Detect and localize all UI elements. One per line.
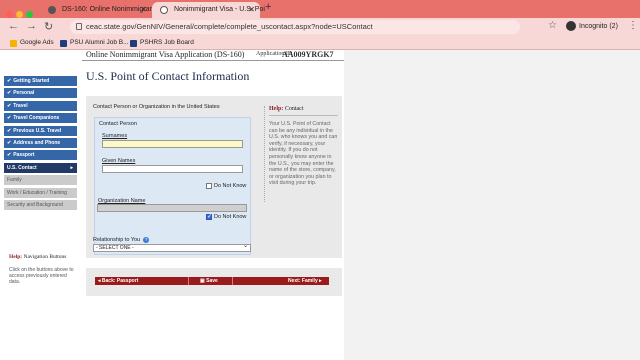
incognito-icon	[566, 21, 576, 31]
lock-icon	[76, 23, 82, 30]
surnames-label: Surnames	[102, 133, 128, 139]
do-not-know-label-1: Do Not Know	[214, 183, 247, 189]
psu-icon	[60, 40, 67, 47]
psu-icon	[130, 40, 137, 47]
incognito-label: Incognito (2)	[579, 22, 618, 30]
page: Online Nonimmigrant Visa Application (DS…	[0, 50, 640, 360]
nav-help-text: Click on the buttons above to access pre…	[9, 267, 74, 285]
back-arrow-icon[interactable]: ←	[8, 20, 19, 32]
sidebar-item-passport[interactable]: Passport	[4, 150, 77, 161]
help-title-prefix: Help:	[269, 106, 284, 112]
new-tab-button[interactable]: +	[265, 1, 271, 13]
forward-arrow-icon[interactable]: →	[26, 20, 37, 32]
relationship-label: Relationship to You?	[93, 237, 150, 243]
save-label: Save	[206, 278, 218, 284]
globe-icon	[48, 6, 56, 14]
app-id: AA009YRGK7	[282, 50, 334, 59]
button-separator	[232, 277, 233, 285]
sidebar-item-personal[interactable]: Personal	[4, 88, 77, 99]
reload-icon[interactable]: ↻	[44, 20, 53, 33]
help-title: Help: Contact	[269, 106, 338, 112]
bookmark-star-icon[interactable]: ☆	[548, 20, 557, 31]
bookmark-pshrs[interactable]: PSHRS Job Board	[130, 37, 194, 49]
sidebar-item-travel-companions[interactable]: Travel Companions	[4, 113, 77, 124]
sidebar-item-getting-started[interactable]: Getting Started	[4, 76, 77, 86]
sidebar-item-security: Security and Background	[4, 199, 77, 210]
do-not-know-checkbox-2[interactable]	[206, 213, 212, 220]
bookmark-label: PSHRS Job Board	[140, 39, 194, 46]
help-column: Help: Contact Your U.S. Point of Contact…	[264, 106, 338, 202]
relationship-select[interactable]: - SELECT ONE -	[93, 243, 251, 252]
back-passport-button[interactable]: ◂ Back: Passport	[98, 277, 138, 285]
address-bar[interactable]: ceac.state.gov/GenNIV/General/complete/c…	[70, 20, 520, 34]
bookmark-psu-alumni[interactable]: PSU Alumni Job B...	[60, 37, 129, 49]
close-tab-icon[interactable]: ✕	[248, 2, 255, 18]
bookmark-google-ads[interactable]: Google Ads	[10, 37, 54, 49]
menu-kebab-icon[interactable]: ⋮	[628, 20, 638, 31]
question-icon[interactable]: ?	[143, 237, 150, 243]
next-family-button[interactable]: Next: Family ▸	[288, 277, 322, 285]
help-divider	[269, 115, 338, 116]
sidebar-item-travel[interactable]: Travel	[4, 100, 77, 111]
tab-ds160[interactable]: DS-160: Online Nonimmigrant ✕	[40, 2, 155, 18]
google-ads-icon	[10, 40, 17, 47]
side-nav: Getting Started Personal Travel Travel C…	[4, 76, 77, 212]
section-label: Contact Person or Organization in the Un…	[93, 104, 220, 110]
help-body: Your U.S. Point of Contact can be any in…	[269, 121, 338, 187]
header-divider	[82, 60, 344, 61]
url-text: ceac.state.gov/GenNIV/General/complete/c…	[86, 22, 373, 31]
relationship-label-text: Relationship to You	[93, 237, 141, 243]
given-names-input[interactable]	[102, 165, 243, 173]
bookmarks-bar: Google Ads PSU Alumni Job B... PSHRS Job…	[0, 36, 640, 50]
nav-help-title: Help: Navigation Buttons	[9, 254, 66, 260]
organization-input[interactable]	[97, 204, 247, 212]
app-title: Online Nonimmigrant Visa Application (DS…	[86, 50, 245, 59]
close-tab-icon[interactable]: ✕	[140, 2, 147, 18]
help-prefix: Help:	[9, 254, 23, 260]
tab-nonimmigrant-visa[interactable]: Nonimmigrant Visa - U.S. Poi ✕	[152, 2, 265, 18]
sidebar-item-us-contact[interactable]: U.S. Contact	[4, 162, 77, 173]
browser-tab-bar: DS-160: Online Nonimmigrant ✕ Nonimmigra…	[0, 0, 640, 18]
given-names-label: Given Names	[102, 158, 136, 164]
save-button[interactable]: ▣ Save	[200, 277, 218, 285]
browser-toolbar: ← → ↻ ceac.state.gov/GenNIV/General/comp…	[0, 18, 640, 36]
help-title-text: Navigation Buttons	[23, 254, 67, 260]
do-not-know-label-2: Do Not Know	[214, 214, 247, 220]
incognito-indicator[interactable]: Incognito (2)	[566, 21, 618, 31]
surnames-input[interactable]	[102, 140, 243, 148]
bookmark-label: PSU Alumni Job B...	[70, 39, 129, 46]
globe-icon	[160, 6, 168, 14]
sidebar-item-address-phone[interactable]: Address and Phone	[4, 137, 77, 148]
bookmark-label: Google Ads	[20, 39, 54, 46]
help-title-text: Contact	[284, 106, 304, 112]
page-title: U.S. Point of Contact Information	[86, 69, 250, 83]
sidebar-item-previous-us-travel[interactable]: Previous U.S. Travel	[4, 125, 77, 136]
sidebar-item-family: Family	[4, 175, 77, 186]
sidebar-item-work-education: Work / Education / Training	[4, 187, 77, 198]
button-separator	[188, 277, 189, 285]
do-not-know-checkbox-1[interactable]	[206, 183, 212, 189]
contact-person-title: Contact Person	[99, 121, 137, 127]
